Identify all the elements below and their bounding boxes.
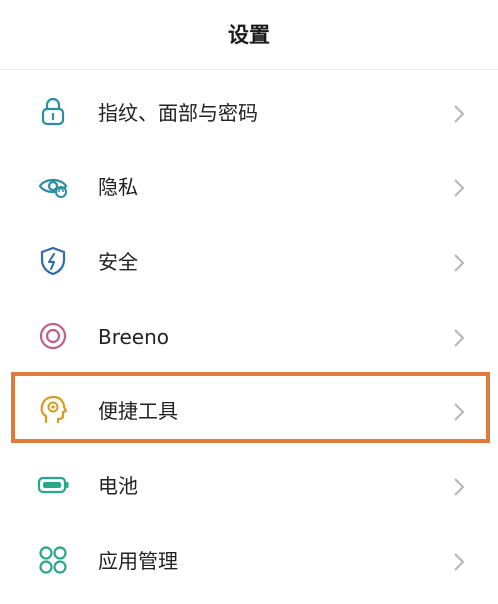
chevron-right-icon [452,401,466,423]
settings-item-fingerprint-face-password[interactable]: 指纹、面部与密码 [0,76,498,150]
app-management-grid-icon [36,543,70,577]
settings-item-convenience-tools[interactable]: 便捷工具 [0,374,498,448]
chevron-right-icon [452,252,466,274]
page-title: 设置 [228,23,270,47]
settings-item-label: 隐私 [98,175,138,199]
settings-item-battery[interactable]: 电池 [0,449,498,523]
convenience-tools-head-icon [36,393,70,427]
privacy-eye-icon [36,169,70,203]
settings-header: 设置 [0,0,498,70]
settings-item-label: 指纹、面部与密码 [98,101,258,125]
lock-icon [36,95,70,129]
breeno-ring-icon [36,319,70,353]
settings-item-label: 便捷工具 [98,399,178,423]
security-shield-icon [36,244,70,278]
settings-item-security[interactable]: 安全 [0,225,498,299]
settings-item-app-management[interactable]: 应用管理 [0,524,498,598]
chevron-right-icon [452,551,466,573]
settings-item-label: 电池 [98,474,138,498]
settings-item-label: 安全 [98,250,138,274]
settings-item-label: 应用管理 [98,549,178,573]
battery-icon [36,468,70,502]
settings-item-privacy[interactable]: 隐私 [0,150,498,224]
chevron-right-icon [452,476,466,498]
chevron-right-icon [452,177,466,199]
settings-item-breeno[interactable]: Breeno [0,300,498,374]
chevron-right-icon [452,327,466,349]
chevron-right-icon [452,103,466,125]
settings-item-label: Breeno [98,325,170,349]
